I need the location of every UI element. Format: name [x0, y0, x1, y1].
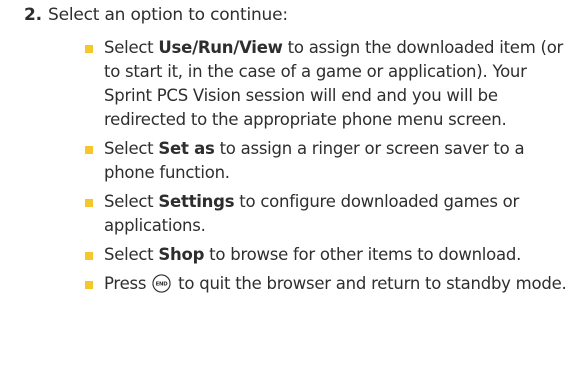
step-heading-row: 2. Select an option to continue: — [24, 4, 569, 27]
option-prefix: Select — [104, 38, 159, 57]
option-list: Select Use/Run/View to assign the downlo… — [24, 36, 569, 296]
end-key-label: END — [156, 281, 169, 287]
option-keyword: Shop — [158, 245, 205, 264]
step-heading: Select an option to continue: — [48, 5, 288, 25]
option-use-run-view: Select Use/Run/View to assign the downlo… — [84, 36, 569, 132]
option-prefix: Select — [104, 139, 159, 158]
option-shop: Select Shop to browse for other items to… — [84, 243, 569, 267]
option-text: to quit the browser and return to standb… — [173, 274, 567, 293]
option-keyword: Settings — [158, 192, 235, 211]
option-set-as: Select Set as to assign a ringer or scre… — [84, 137, 569, 185]
option-keyword: Use/Run/View — [158, 38, 283, 57]
bullet-icon — [85, 146, 93, 154]
option-prefix: Select — [104, 192, 159, 211]
bullet-icon — [85, 199, 93, 207]
option-prefix: Press — [104, 274, 152, 293]
bullet-icon — [85, 45, 93, 53]
step-number: 2. — [24, 5, 42, 25]
option-keyword: Set as — [158, 139, 215, 158]
option-prefix: Select — [104, 245, 159, 264]
bullet-icon — [85, 281, 93, 289]
option-settings: Select Settings to configure downloaded … — [84, 190, 569, 238]
end-key-icon: END — [152, 273, 171, 293]
option-text: to browse for other items to download. — [204, 245, 522, 264]
bullet-icon — [85, 252, 93, 260]
step-2: 2. Select an option to continue: Select U… — [24, 4, 569, 301]
option-end-key: Press END to quit the browser and return… — [84, 272, 569, 296]
